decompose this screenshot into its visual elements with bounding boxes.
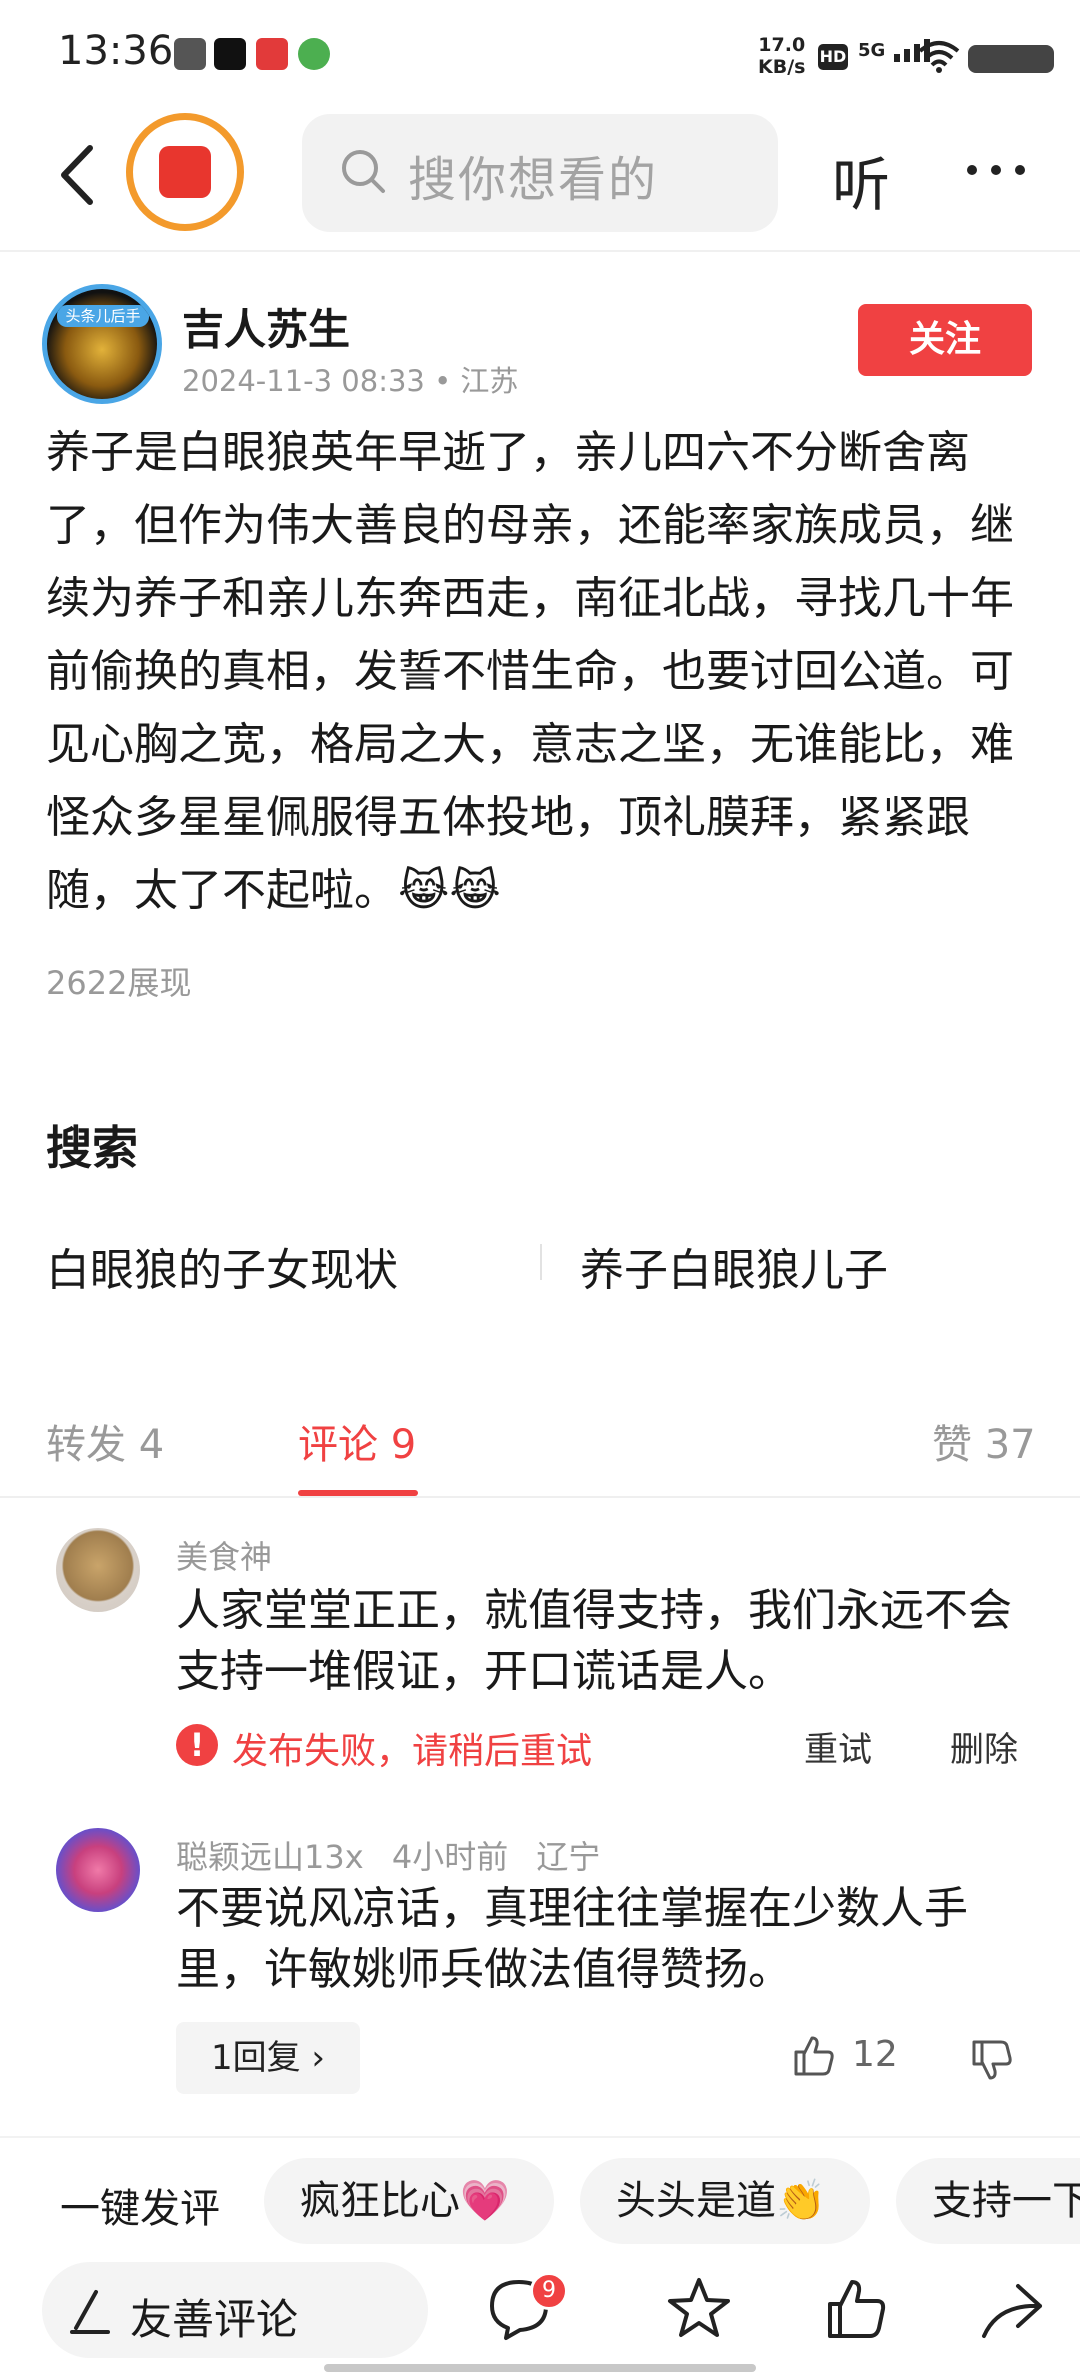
star-icon[interactable] <box>664 2274 734 2344</box>
post-failed-text: 发布失败，请稍后重试 <box>232 1731 593 1772</box>
red-packet-button[interactable] <box>126 113 244 231</box>
tab-repost[interactable]: 转发 4 <box>46 1412 164 1470</box>
error-icon: ! <box>176 1724 218 1766</box>
home-indicator[interactable] <box>324 2364 756 2372</box>
status-time: 13:36 <box>58 28 174 74</box>
commenter-avatar[interactable] <box>56 1828 140 1912</box>
tab-likes[interactable]: 赞 37 <box>932 1412 1036 1470</box>
commenter-meta: 聪颖远山13x 4小时前 辽宁 <box>176 1832 600 1878</box>
commenter-name[interactable]: 聪颖远山13x <box>176 1838 364 1876</box>
view-replies-button[interactable]: 1回复 › <box>176 2022 360 2094</box>
quick-comment-chip[interactable]: 头头是道👏 <box>580 2158 870 2244</box>
tabs-divider <box>0 1496 1080 1498</box>
thumbs-up-icon[interactable] <box>790 2032 838 2080</box>
thumbs-down-icon[interactable] <box>968 2036 1016 2084</box>
post-meta: 2024-11-3 08:33 • 江苏 <box>182 364 519 398</box>
retry-button[interactable]: 重试 <box>804 1722 872 1771</box>
comment-text: 人家堂堂正正，就值得支持，我们永远不会支持一堆假证，开口谎话是人。 <box>176 1585 1012 1697</box>
pen-icon <box>70 2290 110 2334</box>
app-notification-icon <box>256 38 288 70</box>
like-count: 12 <box>852 2034 898 2075</box>
commenter-avatar[interactable] <box>56 1528 140 1612</box>
author-name[interactable]: 吉人苏生 <box>182 296 350 357</box>
comment-count-badge: 9 <box>530 2272 568 2310</box>
avatar-banner-text: 头条儿后手 <box>57 305 149 327</box>
suggestion-divider <box>540 1244 542 1280</box>
quick-comment-chip[interactable]: 疯狂比心💗 <box>264 2158 554 2244</box>
view-count: 2622展现 <box>46 964 192 1002</box>
search-suggestion[interactable]: 养子白眼狼儿子 <box>580 1234 888 1298</box>
video-app-icon <box>298 38 330 70</box>
tab-comments[interactable]: 评论 9 <box>298 1412 416 1470</box>
comment-input-placeholder[interactable]: 友善评论 <box>130 2286 298 2347</box>
douyin-app-icon <box>214 38 246 70</box>
search-icon <box>342 150 385 193</box>
search-section-title: 搜索 <box>46 1121 138 1175</box>
quick-comment-divider <box>0 2136 1080 2138</box>
delete-button[interactable]: 删除 <box>950 1722 1018 1771</box>
quick-comment-label: 一键发评 <box>60 2186 220 2232</box>
search-placeholder[interactable]: 搜你想看的 <box>408 140 658 210</box>
back-icon[interactable] <box>50 140 110 210</box>
notification-icon <box>174 38 206 70</box>
comment-time: 4小时前 <box>391 1838 509 1876</box>
share-icon[interactable] <box>976 2274 1046 2344</box>
commenter-name[interactable]: 美食神 <box>176 1532 272 1578</box>
like-icon[interactable] <box>822 2274 892 2344</box>
quick-comment-chip[interactable]: 支持一下 <box>896 2158 1080 2244</box>
battery-icon <box>968 45 1054 73</box>
comment-location: 辽宁 <box>536 1838 601 1876</box>
net-speed: 17.0 KB/s <box>758 34 806 78</box>
author-avatar[interactable]: 头条儿后手 <box>42 284 162 404</box>
red-packet-icon <box>159 146 211 198</box>
nav-divider <box>0 250 1080 252</box>
post-body: 养子是白眼狼英年早逝了，亲儿四六不分断舍离了，但作为伟大善良的母亲，还能率家族成… <box>46 427 1014 916</box>
follow-button[interactable]: 关注 <box>858 304 1032 376</box>
more-options-icon[interactable] <box>964 150 1028 190</box>
listen-button[interactable]: 听 <box>832 138 890 222</box>
status-bar: 13:36 17.0 KB/s HD 5G <box>0 0 1080 110</box>
wifi-icon <box>918 41 960 73</box>
hd-icon: HD <box>818 44 848 70</box>
search-suggestion[interactable]: 白眼狼的子女现状 <box>46 1234 398 1298</box>
comment-text: 不要说风凉话，真理往往掌握在少数人手里，许敏姚师兵做法值得赞扬。 <box>176 1883 968 1995</box>
